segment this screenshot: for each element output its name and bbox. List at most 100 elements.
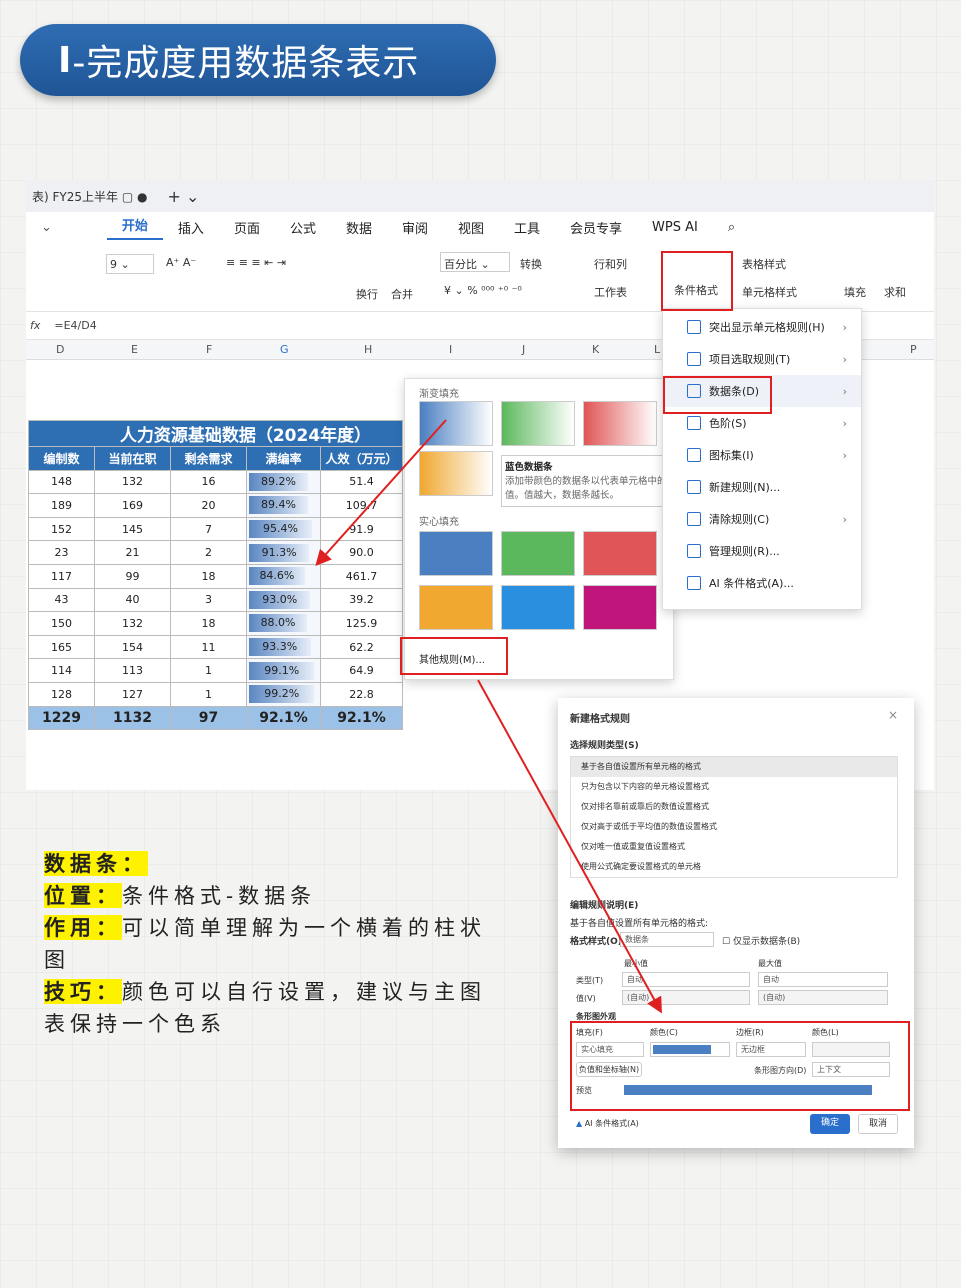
- align-icons[interactable]: ≡ ≡ ≡ ⇤ ⇥: [226, 256, 286, 269]
- table-cell[interactable]: 43: [28, 587, 95, 613]
- close-icon[interactable]: ×: [888, 708, 898, 722]
- sum-button[interactable]: 求和: [884, 284, 906, 300]
- tab-data[interactable]: 数据: [331, 218, 387, 237]
- cell-style-button[interactable]: 单元格样式: [742, 284, 797, 300]
- table-cell[interactable]: 165: [28, 634, 95, 660]
- table-cell[interactable]: 117: [28, 563, 95, 589]
- max-type-select[interactable]: 自动: [758, 972, 888, 987]
- databar-swatch[interactable]: [419, 585, 493, 630]
- table-cell[interactable]: 51.4: [320, 469, 403, 495]
- percent-icons[interactable]: ¥ ⌄ % ⁰⁰⁰ ⁺⁰ ⁻⁰: [444, 284, 522, 297]
- table-cell[interactable]: 93.3%: [246, 634, 321, 660]
- databar-swatch[interactable]: [419, 531, 493, 576]
- number-format-select[interactable]: 百分比 ⌄: [440, 252, 510, 272]
- new-tab-button[interactable]: + ⌄: [167, 187, 199, 206]
- databar-swatch[interactable]: [501, 585, 575, 630]
- table-cell[interactable]: 113: [94, 658, 171, 683]
- table-cell[interactable]: 21: [94, 540, 171, 565]
- cond-menu-item[interactable]: 图标集(I) ›: [663, 439, 861, 471]
- ok-button[interactable]: 确定: [810, 1114, 850, 1134]
- style-select[interactable]: 数据条: [620, 932, 714, 947]
- table-cell[interactable]: 89.2%: [246, 469, 321, 495]
- tab-home[interactable]: 开始: [106, 215, 163, 240]
- table-cell[interactable]: 114: [28, 658, 95, 683]
- rule-type-item[interactable]: 基于各自值设置所有单元格的格式: [571, 757, 897, 777]
- tab-view[interactable]: 视图: [443, 218, 499, 237]
- tab-formula[interactable]: 公式: [275, 218, 331, 237]
- ai-cond-format-link[interactable]: ▲ AI 条件格式(A): [576, 1118, 639, 1129]
- tab-wps-ai[interactable]: WPS AI: [637, 220, 713, 235]
- min-type-select[interactable]: 自动: [622, 972, 750, 987]
- rule-type-item[interactable]: 使用公式确定要设置格式的单元格: [571, 857, 897, 877]
- table-cell[interactable]: 84.6%: [246, 563, 321, 589]
- table-cell[interactable]: 148: [28, 469, 95, 495]
- table-cell[interactable]: 39.2: [320, 587, 403, 613]
- font-grow-icon[interactable]: A⁺ A⁻: [166, 256, 196, 269]
- table-cell[interactable]: 64.9: [320, 658, 403, 683]
- table-cell[interactable]: 16: [170, 469, 247, 495]
- only-bar-checkbox[interactable]: ☐ 仅显示数据条(B): [722, 934, 800, 947]
- table-cell[interactable]: 18: [170, 563, 247, 589]
- convert-button[interactable]: 转换: [520, 256, 542, 272]
- table-cell[interactable]: 128: [28, 681, 95, 707]
- table-cell[interactable]: 7: [170, 516, 247, 542]
- table-cell[interactable]: 23: [28, 540, 95, 565]
- table-cell[interactable]: 3: [170, 587, 247, 613]
- rule-type-item[interactable]: 仅对排名靠前或靠后的数值设置格式: [571, 797, 897, 817]
- collapse-icon[interactable]: ⌄: [26, 220, 67, 235]
- cond-menu-item[interactable]: 新建规则(N)...: [663, 471, 861, 503]
- databar-swatch[interactable]: [583, 401, 657, 446]
- table-cell[interactable]: 1: [170, 681, 247, 707]
- tab-page[interactable]: 页面: [219, 218, 275, 237]
- table-cell[interactable]: 62.2: [320, 634, 403, 660]
- table-cell[interactable]: 461.7: [320, 563, 403, 589]
- table-cell[interactable]: 169: [94, 493, 171, 518]
- rowcol-button[interactable]: 行和列: [594, 256, 627, 272]
- databar-swatch[interactable]: [583, 585, 657, 630]
- table-cell[interactable]: 91.9: [320, 516, 403, 542]
- table-cell[interactable]: 88.0%: [246, 611, 321, 636]
- tab-tools[interactable]: 工具: [499, 218, 555, 237]
- table-cell[interactable]: 91.3%: [246, 540, 321, 565]
- tab-insert[interactable]: 插入: [163, 218, 219, 237]
- table-cell[interactable]: 127: [94, 681, 171, 707]
- search-icon[interactable]: ⌕: [713, 220, 750, 235]
- cond-menu-item[interactable]: 清除规则(C) ›: [663, 503, 861, 535]
- min-value-input[interactable]: (自动): [622, 990, 750, 1005]
- table-cell[interactable]: 95.4%: [246, 516, 321, 542]
- table-cell[interactable]: 189: [28, 493, 95, 518]
- table-cell[interactable]: 22.8: [320, 681, 403, 707]
- table-cell[interactable]: 125.9: [320, 611, 403, 636]
- cond-menu-item[interactable]: 管理规则(R)...: [663, 535, 861, 567]
- table-cell[interactable]: 89.4%: [246, 493, 321, 518]
- table-cell[interactable]: 145: [94, 516, 171, 542]
- cond-menu-item[interactable]: AI 条件格式(A)...: [663, 567, 861, 599]
- databar-swatch[interactable]: [583, 531, 657, 576]
- table-cell[interactable]: 150: [28, 611, 95, 636]
- tab-review[interactable]: 审阅: [387, 218, 443, 237]
- table-cell[interactable]: 154: [94, 634, 171, 660]
- table-cell[interactable]: 2: [170, 540, 247, 565]
- table-cell[interactable]: 11: [170, 634, 247, 660]
- doc-tab[interactable]: 表) FY25上半年 ▢ ●: [28, 188, 147, 205]
- table-cell[interactable]: 99.2%: [246, 681, 321, 707]
- table-cell[interactable]: 132: [94, 611, 171, 636]
- max-value-input[interactable]: (自动): [758, 990, 888, 1005]
- worksheet-button[interactable]: 工作表: [594, 284, 627, 300]
- table-cell[interactable]: 1: [170, 658, 247, 683]
- table-style-button[interactable]: 表格样式: [742, 256, 786, 272]
- cancel-button[interactable]: 取消: [858, 1114, 898, 1134]
- databar-swatch[interactable]: [419, 451, 493, 496]
- table-cell[interactable]: 93.0%: [246, 587, 321, 613]
- table-cell[interactable]: 99.1%: [246, 658, 321, 683]
- table-cell[interactable]: 18: [170, 611, 247, 636]
- databar-swatch[interactable]: [501, 401, 575, 446]
- table-cell[interactable]: 40: [94, 587, 171, 613]
- rule-type-item[interactable]: 仅对唯一值或重复值设置格式: [571, 837, 897, 857]
- table-cell[interactable]: 90.0: [320, 540, 403, 565]
- table-cell[interactable]: 109.7: [320, 493, 403, 518]
- cond-menu-item[interactable]: 项目选取规则(T) ›: [663, 343, 861, 375]
- table-cell[interactable]: 152: [28, 516, 95, 542]
- cond-menu-item[interactable]: 突出显示单元格规则(H) ›: [663, 311, 861, 343]
- tab-member[interactable]: 会员专享: [555, 218, 637, 237]
